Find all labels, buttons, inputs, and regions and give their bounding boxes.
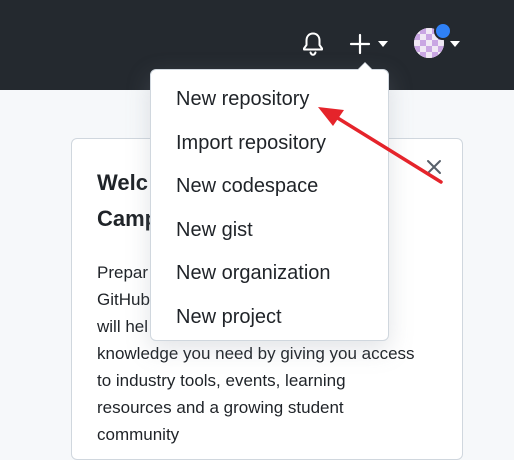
unread-indicator: [434, 22, 452, 40]
menu-caret: [357, 62, 373, 70]
user-menu-button[interactable]: [410, 22, 466, 64]
menu-item-new-repository[interactable]: New repository: [151, 78, 388, 122]
welcome-card-close-button[interactable]: [420, 153, 448, 181]
welcome-card-body-line: resources and a growing student: [97, 398, 344, 417]
create-caret-down-icon: [378, 41, 388, 47]
close-icon: [427, 160, 441, 174]
welcome-card-body-line: knowledge you need by giving you access: [97, 344, 415, 363]
menu-item-new-project[interactable]: New project: [151, 296, 388, 340]
menu-item-import-repository[interactable]: Import repository: [151, 122, 388, 166]
notifications-button[interactable]: [297, 28, 329, 60]
plus-icon: [349, 33, 371, 55]
create-new-button[interactable]: [344, 28, 394, 60]
menu-item-new-gist[interactable]: New gist: [151, 209, 388, 253]
menu-item-new-organization[interactable]: New organization: [151, 252, 388, 296]
avatar-caret-down-icon: [450, 41, 460, 47]
welcome-card-body-line: community: [97, 425, 180, 444]
menu-caret-inner: [358, 63, 372, 70]
menu-item-new-codespace[interactable]: New codespace: [151, 165, 388, 209]
create-new-dropdown-menu: New repository Import repository New cod…: [150, 62, 389, 341]
welcome-card-body-line: to industry tools, events, learning: [97, 371, 346, 390]
bell-icon: [303, 32, 323, 56]
